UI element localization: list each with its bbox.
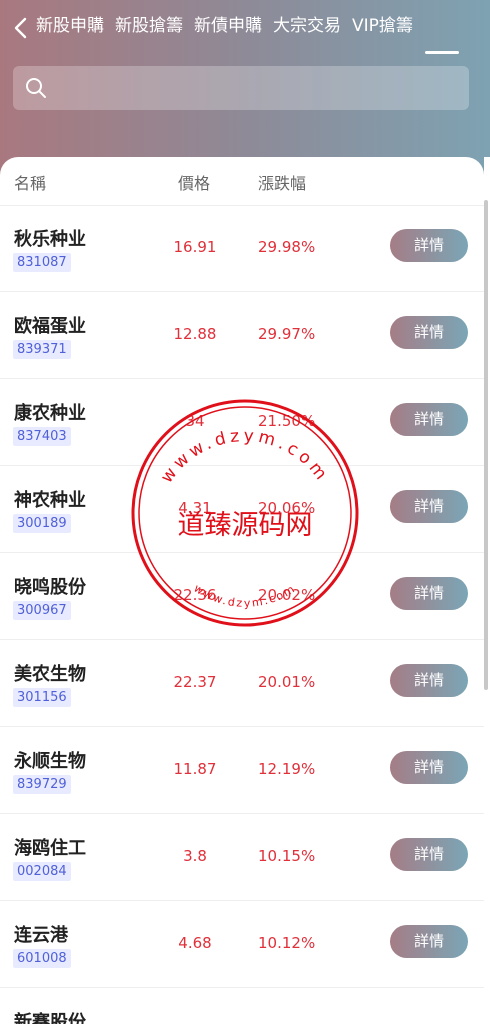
stock-code-badge: 837403 bbox=[13, 427, 71, 446]
table-row[interactable]: 神农种业 300189 4.31 20.06% 詳情 bbox=[0, 466, 484, 553]
top-navigation: 新股申購 新股搶籌 新債申購 大宗交易 VIP搶籌 bbox=[0, 0, 490, 60]
details-button[interactable]: 詳情 bbox=[390, 751, 468, 784]
back-arrow-icon[interactable] bbox=[12, 16, 30, 40]
stock-price: 11.87 bbox=[173, 760, 217, 778]
stock-change: 20.01% bbox=[258, 673, 316, 691]
stock-code-badge: 831087 bbox=[13, 253, 71, 272]
search-bar[interactable] bbox=[13, 66, 469, 112]
stock-change: 21.50% bbox=[258, 412, 316, 430]
search-icon bbox=[26, 78, 46, 98]
table-row[interactable]: 永顺生物 839729 11.87 12.19% 詳情 bbox=[0, 727, 484, 814]
tab-block-trade[interactable]: 大宗交易 bbox=[273, 14, 341, 38]
table-header: 名稱 價格 漲跌幅 bbox=[0, 157, 484, 206]
scrollbar-thumb[interactable] bbox=[484, 200, 488, 690]
table-row[interactable]: 秋乐种业 831087 16.91 29.98% 詳情 bbox=[0, 205, 484, 292]
stock-list-card: 名稱 價格 漲跌幅 秋乐种业 831087 16.91 29.98% 詳情 欧福… bbox=[0, 157, 484, 1024]
stock-name: 欧福蛋业 bbox=[14, 316, 86, 337]
stock-name: 永顺生物 bbox=[14, 751, 86, 772]
active-tab-indicator bbox=[425, 51, 459, 54]
stock-name: 新赛股份 bbox=[14, 1012, 86, 1024]
stock-name: 晓鸣股份 bbox=[14, 577, 86, 598]
table-row[interactable]: 新赛股份 bbox=[0, 988, 484, 1024]
stock-price: 22.36 bbox=[173, 586, 217, 604]
stock-code-badge: 301156 bbox=[13, 688, 71, 707]
stock-price: 16.91 bbox=[173, 238, 217, 256]
details-button[interactable]: 詳情 bbox=[390, 925, 468, 958]
table-row[interactable]: 晓鸣股份 300967 22.36 20.02% 詳情 bbox=[0, 553, 484, 640]
table-row[interactable]: 欧福蛋业 839371 12.88 29.97% 詳情 bbox=[0, 292, 484, 379]
tab-new-stock-subscription[interactable]: 新股申購 bbox=[36, 14, 104, 38]
stock-name: 神农种业 bbox=[14, 490, 86, 511]
table-row[interactable]: 康农种业 837403 34 21.50% 詳情 bbox=[0, 379, 484, 466]
stock-name: 海鸥住工 bbox=[14, 838, 86, 859]
stock-code-badge: 300967 bbox=[13, 601, 71, 620]
stock-code-badge: 002084 bbox=[13, 862, 71, 881]
stock-code-badge: 601008 bbox=[13, 949, 71, 968]
stock-price: 4.68 bbox=[178, 934, 212, 952]
tab-bar: 新股申購 新股搶籌 新債申購 大宗交易 VIP搶籌 bbox=[36, 14, 413, 38]
details-button[interactable]: 詳情 bbox=[390, 577, 468, 610]
table-row[interactable]: 美农生物 301156 22.37 20.01% 詳情 bbox=[0, 640, 484, 727]
page: 新股申購 新股搶籌 新債申購 大宗交易 VIP搶籌 名稱 價格 漲跌幅 秋乐种业… bbox=[0, 0, 490, 1024]
stock-price: 22.37 bbox=[173, 673, 217, 691]
tab-new-stock-rush[interactable]: 新股搶籌 bbox=[115, 14, 183, 38]
header-change: 漲跌幅 bbox=[258, 174, 307, 193]
stock-price: 4.31 bbox=[178, 499, 212, 517]
stock-change: 10.12% bbox=[258, 934, 316, 952]
stock-change: 12.19% bbox=[258, 760, 316, 778]
details-button[interactable]: 詳情 bbox=[390, 403, 468, 436]
stock-name: 秋乐种业 bbox=[14, 229, 86, 250]
header-name: 名稱 bbox=[14, 174, 47, 193]
details-button[interactable]: 詳情 bbox=[390, 229, 468, 262]
table-row[interactable]: 连云港 601008 4.68 10.12% 詳情 bbox=[0, 901, 484, 988]
details-button[interactable]: 詳情 bbox=[390, 316, 468, 349]
stock-name: 连云港 bbox=[14, 925, 68, 946]
stock-code-badge: 839371 bbox=[13, 340, 71, 359]
stock-name: 美农生物 bbox=[14, 664, 86, 685]
stock-price: 3.8 bbox=[183, 847, 207, 865]
stock-change: 20.02% bbox=[258, 586, 316, 604]
stock-price: 12.88 bbox=[173, 325, 217, 343]
details-button[interactable]: 詳情 bbox=[390, 664, 468, 697]
search-input[interactable] bbox=[57, 66, 461, 112]
stock-change: 29.97% bbox=[258, 325, 316, 343]
stock-change: 20.06% bbox=[258, 499, 316, 517]
stock-code-badge: 839729 bbox=[13, 775, 71, 794]
stock-code-badge: 300189 bbox=[13, 514, 71, 533]
header-price: 價格 bbox=[178, 174, 211, 193]
stock-table-body: 秋乐种业 831087 16.91 29.98% 詳情 欧福蛋业 839371 … bbox=[0, 205, 484, 1024]
details-button[interactable]: 詳情 bbox=[390, 490, 468, 523]
tab-new-bond-subscription[interactable]: 新債申購 bbox=[194, 14, 262, 38]
stock-change: 29.98% bbox=[258, 238, 316, 256]
stock-name: 康农种业 bbox=[14, 403, 86, 424]
stock-price: 34 bbox=[185, 412, 205, 430]
table-row[interactable]: 海鸥住工 002084 3.8 10.15% 詳情 bbox=[0, 814, 484, 901]
tab-vip-rush[interactable]: VIP搶籌 bbox=[352, 14, 413, 38]
details-button[interactable]: 詳情 bbox=[390, 838, 468, 871]
stock-change: 10.15% bbox=[258, 847, 316, 865]
